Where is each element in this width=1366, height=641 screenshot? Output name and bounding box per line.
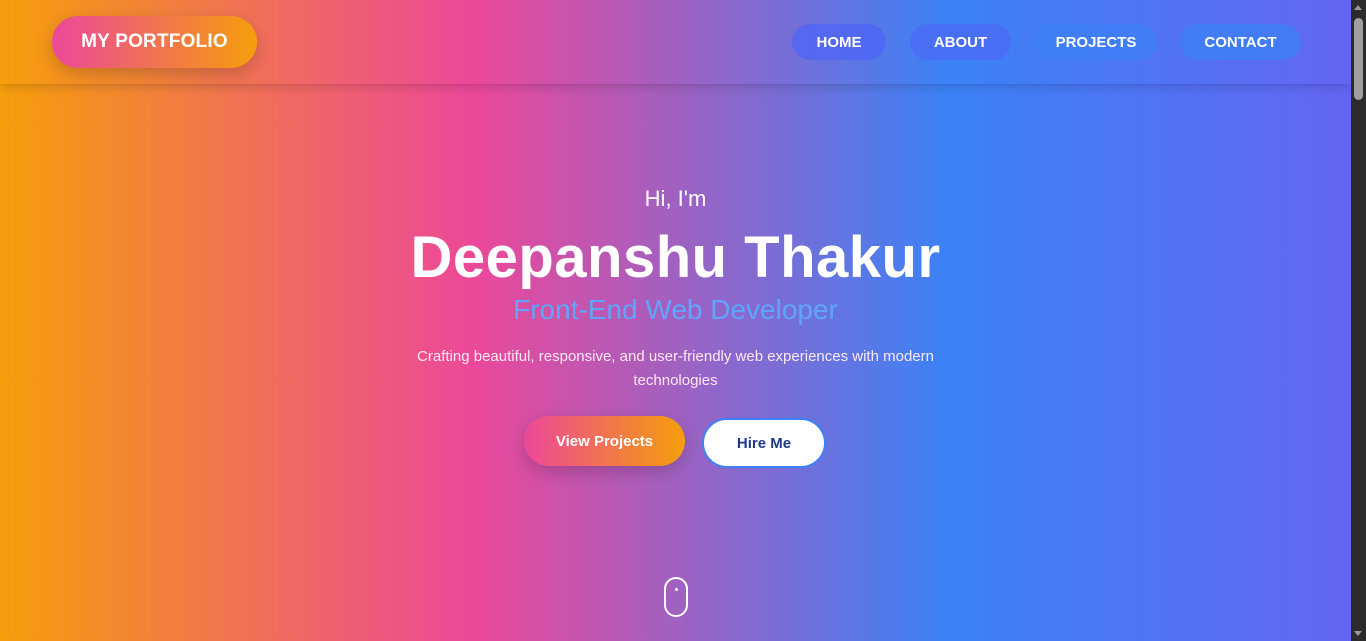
page-viewport: Hi, I'm Deepanshu Thakur Front-End Web D… — [0, 0, 1351, 641]
vertical-scrollbar[interactable] — [1351, 0, 1366, 641]
scrollbar-thumb[interactable] — [1354, 18, 1363, 100]
logo-button[interactable]: MY PORTFOLIO — [52, 16, 257, 68]
view-projects-button[interactable]: View Projects — [524, 416, 685, 466]
mouse-scroll-icon[interactable] — [664, 577, 688, 617]
hero-name: Deepanshu Thakur — [410, 225, 941, 290]
hero-section: Hi, I'm Deepanshu Thakur Front-End Web D… — [0, 0, 1351, 641]
hero-role: Front-End Web Developer — [513, 294, 838, 325]
scroll-down-arrow-icon[interactable] — [1354, 631, 1362, 636]
scroll-up-arrow-icon[interactable] — [1354, 5, 1362, 10]
hero-greeting: Hi, I'm — [644, 186, 707, 211]
nav-item-contact[interactable]: CONTACT — [1180, 24, 1301, 60]
hero-tagline: Crafting beautiful, responsive, and user… — [417, 348, 934, 389]
nav-item-about[interactable]: ABOUT — [910, 24, 1011, 60]
nav-item-home[interactable]: HOME — [792, 24, 886, 60]
hire-me-button[interactable]: Hire Me — [702, 418, 826, 468]
navbar: MY PORTFOLIO HOME ABOUT PROJECTS CONTACT — [0, 0, 1351, 84]
mouse-scroll-dot — [674, 588, 678, 591]
nav-item-projects[interactable]: PROJECTS — [1035, 24, 1157, 60]
